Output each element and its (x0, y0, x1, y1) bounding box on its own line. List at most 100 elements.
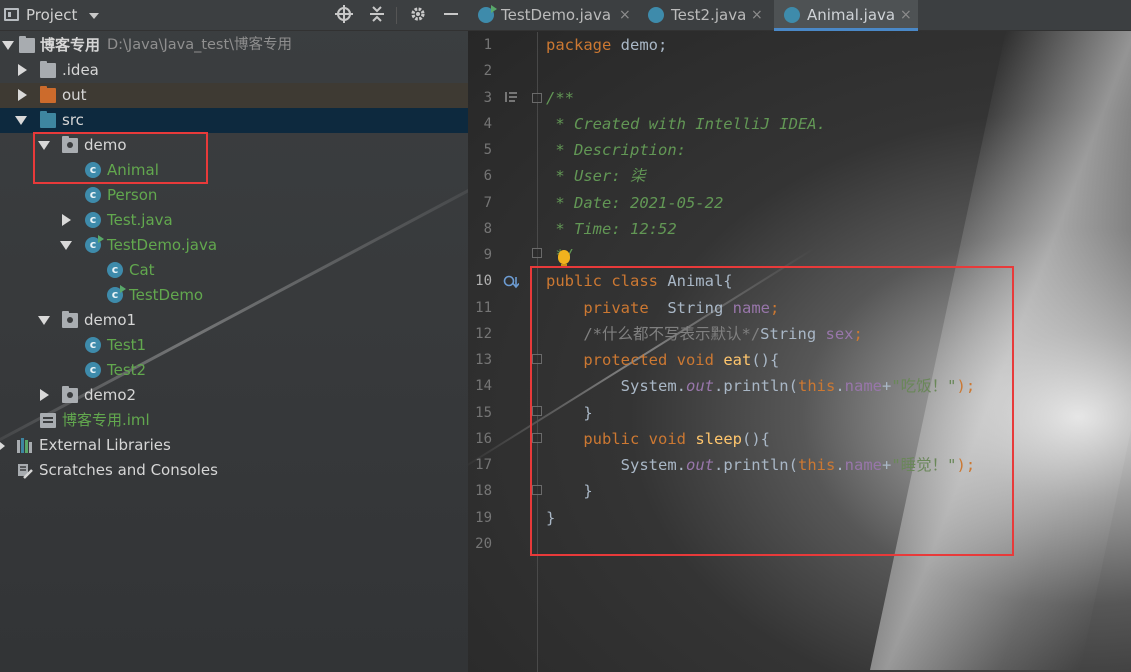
collapsed-arrow-icon[interactable] (40, 389, 49, 401)
tree-item-label: .idea (62, 61, 99, 79)
runnable-class-icon: c (107, 285, 126, 303)
collapsed-arrow-icon[interactable] (0, 442, 5, 450)
tab-testdemo-java[interactable]: TestDemo.java × (468, 0, 636, 31)
tree-item-testdemo-java[interactable]: c TestDemo.java (0, 233, 468, 258)
line-number: 6 (483, 168, 492, 184)
class-icon: c (85, 212, 101, 228)
tree-item-person[interactable]: c Person (0, 183, 468, 208)
tree-item-test1[interactable]: c Test1 (0, 333, 468, 358)
line-number: 19 (475, 510, 492, 526)
project-view-selector[interactable]: Project (26, 6, 77, 24)
class-icon (648, 7, 664, 23)
expanded-arrow-icon[interactable] (60, 241, 72, 250)
package-icon (62, 311, 78, 328)
line-number: 12 (475, 326, 492, 342)
code-token: package (546, 36, 612, 54)
iml-file-icon (40, 413, 56, 428)
project-header: Project (0, 0, 468, 31)
tree-item-label: Cat (129, 261, 155, 279)
line-number: 1 (483, 37, 492, 53)
line-number: 13 (475, 352, 492, 368)
line-number: 10 (475, 273, 492, 289)
tree-item-cat[interactable]: c Cat (0, 258, 468, 283)
highlight-box-package (33, 132, 208, 184)
javadoc-toggle-icon[interactable] (504, 90, 518, 107)
line-number: 9 (483, 247, 492, 263)
editor-panel: TestDemo.java × Test2.java × Animal.java… (468, 0, 1131, 672)
tree-item-src[interactable]: src (0, 108, 468, 133)
line-number: 20 (475, 536, 492, 552)
line-number: 3 (483, 90, 492, 106)
code-line-4[interactable]: * Created with IntelliJ IDEA. (546, 111, 826, 137)
tree-item-label: src (62, 111, 84, 129)
tree-item-root-module[interactable]: 博客专用 D:\Java\Java_test\博客专用 (0, 33, 468, 58)
folder-icon (40, 61, 56, 78)
minimize-icon[interactable] (441, 5, 461, 25)
tree-item-label: Scratches and Consoles (39, 461, 218, 479)
fold-marker-icon[interactable] (532, 93, 542, 103)
tree-item-label: demo2 (84, 386, 137, 404)
tree-item-testdemo[interactable]: c TestDemo (0, 283, 468, 308)
library-icon (17, 438, 33, 453)
collapsed-arrow-icon[interactable] (18, 64, 27, 76)
tree-item-demo2[interactable]: demo2 (0, 383, 468, 408)
line-number: 17 (475, 457, 492, 473)
code-line-8[interactable]: * Time: 12:52 (546, 216, 676, 242)
project-panel: Project 博客专用 D:\Java\Java_test\博客专用 .ide… (0, 0, 468, 672)
tree-item-external-libraries[interactable]: External Libraries (0, 433, 468, 458)
line-number: 18 (475, 483, 492, 499)
tree-item-label: 博客专用.iml (62, 411, 150, 429)
lightbulb-icon[interactable] (558, 250, 570, 267)
expanded-arrow-icon[interactable] (15, 116, 27, 125)
line-number: 14 (475, 378, 492, 394)
scratches-icon (17, 463, 33, 479)
code-line-1[interactable]: package demo; (546, 32, 667, 58)
runnable-class-icon: c (85, 235, 104, 253)
tree-item-out[interactable]: out (0, 83, 468, 108)
line-number: 5 (483, 142, 492, 158)
tab-label: TestDemo.java (501, 6, 612, 24)
code-token: demo; (611, 36, 668, 54)
code-line-6[interactable]: * User: 柒 (546, 163, 645, 189)
tree-item-demo1[interactable]: demo1 (0, 308, 468, 333)
close-icon[interactable]: × (900, 0, 912, 30)
tree-item-label: External Libraries (39, 436, 171, 454)
tab-test2-java[interactable]: Test2.java × (638, 0, 774, 31)
tree-item-idea[interactable]: .idea (0, 58, 468, 83)
class-icon: c (85, 187, 101, 203)
tree-item-label: Test2 (107, 361, 147, 379)
editor-tab-bar: TestDemo.java × Test2.java × Animal.java… (468, 0, 1131, 31)
tree-item-label: 博客专用 (40, 36, 101, 54)
tree-item-label: Test1 (107, 336, 147, 354)
tree-item-test2[interactable]: c Test2 (0, 358, 468, 383)
tree-item-label: TestDemo (129, 286, 204, 304)
implemented-by-icon[interactable] (503, 274, 520, 293)
code-line-5[interactable]: * Description: (546, 137, 686, 163)
tree-item-test-java[interactable]: c Test.java (0, 208, 468, 233)
line-number: 4 (483, 116, 492, 132)
tree-item-label: TestDemo.java (107, 236, 218, 254)
collapsed-arrow-icon[interactable] (62, 214, 71, 226)
tab-label: Animal.java (807, 6, 896, 24)
chevron-down-icon[interactable] (89, 13, 99, 19)
tree-item-iml[interactable]: 博客专用.iml (0, 408, 468, 433)
line-number: 2 (483, 63, 492, 79)
collapsed-arrow-icon[interactable] (18, 89, 27, 101)
fold-marker-icon[interactable] (532, 248, 542, 258)
tree-item-label: Person (107, 186, 158, 204)
locate-icon[interactable] (334, 5, 354, 25)
tree-item-scratches[interactable]: Scratches and Consoles (0, 458, 468, 483)
tab-animal-java[interactable]: Animal.java × (774, 0, 918, 31)
collapse-all-icon[interactable] (367, 5, 387, 25)
code-line-7[interactable]: * Date: 2021-05-22 (546, 190, 723, 216)
code-line-3[interactable]: /** (546, 85, 574, 111)
expanded-arrow-icon[interactable] (2, 41, 14, 50)
expanded-arrow-icon[interactable] (38, 316, 50, 325)
gear-icon[interactable] (408, 5, 428, 25)
class-icon (784, 7, 800, 23)
close-icon[interactable]: × (751, 0, 763, 30)
tab-label: Test2.java (671, 6, 747, 24)
tree-item-label: demo1 (84, 311, 137, 329)
close-icon[interactable]: × (619, 0, 631, 30)
source-folder-icon (40, 111, 56, 128)
